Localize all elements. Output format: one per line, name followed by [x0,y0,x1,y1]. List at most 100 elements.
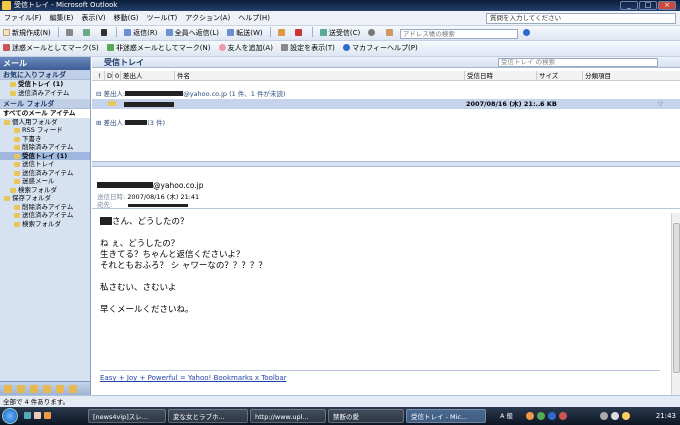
archive-deleted[interactable]: 削除済みアイテム [0,203,90,212]
add-friend-button[interactable]: 友人を追加(A) [216,42,276,55]
start-button[interactable] [2,408,18,424]
folder-inbox[interactable]: 受信トレイ (1) [0,151,90,160]
taskbar-item-active[interactable]: 受信トレイ - Mic... [406,409,486,423]
standard-toolbar: 新規作成(N) 返信(R) 全員へ返信(L) 転送(W) 送受信(C) アドレス… [0,26,680,41]
friend-icon [218,44,226,51]
tray-icon[interactable] [537,412,545,420]
reply-button[interactable]: 返信(R) [121,27,160,40]
new-button[interactable]: 新規作成(N) [0,27,54,40]
address-book-search-input[interactable]: アドレス帳の検索 [399,29,518,39]
folder-junk[interactable]: 迷惑メール [0,177,90,186]
archive-search[interactable]: 検索フォルダ [0,220,90,229]
menu-go[interactable]: 移動(G) [110,11,143,25]
mail-folders-header[interactable]: メール フォルダ [0,99,90,109]
quicklaunch-icon[interactable] [34,412,41,419]
reply-all-button[interactable]: 全員へ返信(L) [163,27,222,40]
col-type[interactable]: D [104,71,112,80]
col-attachment[interactable]: 0 [112,71,119,80]
favorite-inbox[interactable]: 受信トレイ (1) [0,80,90,89]
folder-outbox[interactable]: 送信トレイ [0,160,90,169]
reading-scrollbar[interactable] [671,213,680,395]
col-received[interactable]: 受信日時 [464,71,536,80]
inbox-icon [14,153,20,159]
menu-view[interactable]: 表示(V) [77,11,109,25]
menu-file[interactable]: ファイル(F) [0,11,46,25]
forward-button[interactable]: 転送(W) [224,27,265,40]
navigation-pane: メール お気に入りフォルダ 受信トレイ (1) 送信済みアイテム メール フォル… [0,57,91,395]
reading-to: 宛先: [97,199,189,209]
maximize-button[interactable]: □ [639,1,657,10]
taskbar-item[interactable]: http://www.upl... [250,409,326,423]
quicklaunch-icon[interactable] [44,412,51,419]
body-line: さん、どうしたの？ [100,217,660,228]
tray-icon[interactable] [526,412,534,420]
group-header-2[interactable]: ⊞ 差出人: (3 件) [92,118,680,128]
tray-icon[interactable] [559,412,567,420]
menu-tools[interactable]: ツール(T) [143,11,182,25]
calendar-icon[interactable] [17,385,25,393]
col-subject[interactable]: 件名 [174,71,464,80]
menu-actions[interactable]: アクション(A) [181,11,234,25]
ime-indicator[interactable]: A 般 [500,407,513,425]
notes-icon[interactable] [56,385,64,393]
mail-icon[interactable] [4,385,12,393]
mcafee-help-button[interactable]: マカフィーヘルプ(P) [340,42,421,55]
folder-sent[interactable]: 送信済みアイテム [0,169,90,178]
categorize-button[interactable] [275,27,290,40]
help-button[interactable] [520,27,535,40]
minimize-button[interactable]: _ [620,1,638,10]
menu-edit[interactable]: 編集(E) [46,11,78,25]
folder-list-icon[interactable] [69,385,77,393]
col-size[interactable]: サイズ [536,71,582,80]
mark-not-spam-button[interactable]: 非迷惑メールとしてマーク(N) [104,42,214,55]
folder-personal[interactable]: 個人用フォルダ [0,118,90,127]
contacts-icon[interactable] [30,385,38,393]
col-from[interactable]: 差出人 [120,71,172,80]
address-book-button[interactable] [383,27,398,40]
help-icon[interactable] [548,412,556,420]
send-receive-button[interactable]: 送受信(C) [317,27,363,40]
flag-button[interactable] [292,27,307,40]
outlook-tray-icon[interactable] [622,412,630,420]
inbox-search-input[interactable]: 受信トレイ の検索 [498,58,658,67]
quicklaunch-icon[interactable] [24,412,31,419]
all-mail-items-selector[interactable]: すべてのメール アイテム [0,109,90,118]
folder-icon [4,119,10,125]
print-icon [66,29,74,36]
network-icon[interactable] [600,412,608,420]
col-category[interactable]: 分類項目 [582,71,652,80]
print-button[interactable] [63,27,78,40]
help-search-input[interactable]: 質問を入力してください [486,13,676,24]
folder-archive[interactable]: 保存フォルダ [0,194,90,203]
volume-icon[interactable] [611,412,619,420]
yahoo-toolbar-link[interactable]: Easy + Joy + Powerful = Yahoo! Bookmarks… [100,370,660,382]
not-spam-icon [106,44,114,51]
flag-icon[interactable]: ▽ [658,99,663,109]
group-header-1[interactable]: ⊟ 差出人: @yahoo.co.jp (1 件、1 件が未読) [92,89,680,99]
find-button[interactable] [365,27,380,40]
tasks-icon[interactable] [43,385,51,393]
archive-sent[interactable]: 送信済みアイテム [0,211,90,220]
taskbar-item[interactable]: [news4vip]スレ... [88,409,166,423]
scroll-thumb[interactable] [673,223,680,373]
mark-spam-button[interactable]: 迷惑メールとしてマーク(S) [0,42,102,55]
menu-help[interactable]: ヘルプ(H) [234,11,274,25]
move-button[interactable] [80,27,95,40]
favorite-sent[interactable]: 送信済みアイテム [0,89,90,98]
settings-icon [281,44,289,51]
taskbar-item[interactable]: 変な女とラブホ... [168,409,248,423]
taskbar-item[interactable]: 禁断の愛 [328,409,404,423]
show-settings-button[interactable]: 設定を表示(T) [278,42,338,55]
delete-button[interactable] [98,27,112,40]
favorites-header[interactable]: お気に入りフォルダ [0,70,90,80]
folder-rss[interactable]: RSS フィード [0,126,90,135]
folder-search[interactable]: 検索フォルダ [0,186,90,195]
table-row[interactable]: 2007/08/16 (木) 21:... 6 KB ▽ [92,99,680,109]
redaction [124,102,174,107]
clock[interactable]: 21:43 [656,407,676,425]
folder-deleted[interactable]: 削除済みアイテム [0,143,90,152]
col-importance[interactable]: ! [96,71,101,80]
close-button[interactable]: × [658,1,676,10]
body-line: それともおふろ？ シ ャワーなの？？？？？ [100,261,267,271]
folder-drafts[interactable]: 下書き [0,135,90,144]
